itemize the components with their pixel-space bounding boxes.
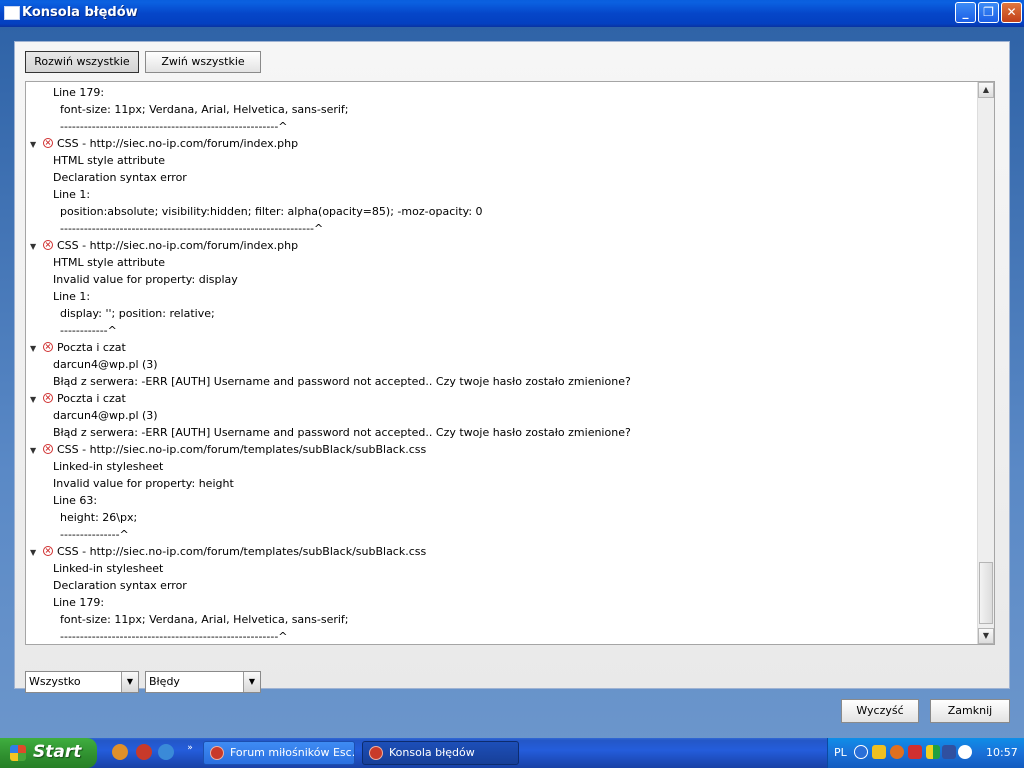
- log-entry-line: Line 179:: [53, 596, 105, 609]
- log-entry-line: Line 1:: [53, 188, 91, 201]
- chevron-down-icon[interactable]: ▼: [243, 672, 260, 692]
- language-indicator[interactable]: PL: [834, 746, 847, 759]
- minimize-button[interactable]: _: [955, 2, 976, 23]
- log-entry-line: ----------------------------------------…: [60, 120, 288, 133]
- network-icon[interactable]: [942, 745, 956, 759]
- vertical-scrollbar[interactable]: ▲ ▼: [977, 82, 994, 644]
- log-entry-line: Declaration syntax error: [53, 171, 187, 184]
- window-icon: [4, 6, 20, 20]
- log-entry-line: Declaration syntax error: [53, 579, 187, 592]
- start-button[interactable]: Start: [0, 738, 97, 768]
- task-forum[interactable]: Forum miłośników Esc...: [203, 741, 355, 765]
- window-client-area: Rozwiń wszystkie Zwiń wszystkie Line 179…: [0, 27, 1024, 768]
- start-label: Start: [33, 742, 82, 762]
- log-entry-line: height: 26\px;: [60, 511, 138, 524]
- tray-app-icon[interactable]: [958, 745, 972, 759]
- opera-icon: [369, 746, 383, 760]
- log-entry-line: font-size: 11px; Verdana, Arial, Helveti…: [60, 613, 349, 626]
- log-entry-line: position:absolute; visibility:hidden; fi…: [60, 205, 483, 218]
- clear-button[interactable]: Wyczyść: [841, 699, 919, 723]
- type-filter-select[interactable]: Błędy ▼: [145, 671, 261, 693]
- log-entry-line: font-size: 11px; Verdana, Arial, Helveti…: [60, 103, 349, 116]
- log-entry-header[interactable]: CSS - http://siec.no-ip.com/forum/templa…: [57, 543, 426, 560]
- tray-app-icon[interactable]: [890, 745, 904, 759]
- log-entry-line: HTML style attribute: [53, 154, 165, 167]
- security-alert-icon[interactable]: [908, 745, 922, 759]
- shield-icon[interactable]: [872, 745, 886, 759]
- window-title: Konsola błędów: [22, 5, 138, 20]
- log-entry-line: Invalid value for property: height: [53, 477, 234, 490]
- error-icon: ×: [43, 138, 53, 148]
- taskbar: Start » Forum miłośników Esc... Konsola …: [0, 738, 1024, 768]
- tray-app-icon[interactable]: [926, 745, 940, 759]
- scroll-down-icon[interactable]: ▼: [978, 628, 994, 644]
- system-tray: PL 10:57: [827, 738, 1024, 768]
- firefox-icon[interactable]: [112, 744, 128, 760]
- log-entry-header[interactable]: Poczta i czat: [57, 390, 126, 407]
- title-bar[interactable]: Konsola błędów _ ❐ ✕: [0, 0, 1024, 27]
- error-console-panel: Rozwiń wszystkie Zwiń wszystkie Line 179…: [14, 41, 1010, 693]
- log-entry-line: HTML style attribute: [53, 256, 165, 269]
- messenger-icon[interactable]: [158, 744, 174, 760]
- log-entry-header[interactable]: CSS - http://siec.no-ip.com/forum/index.…: [57, 135, 298, 152]
- task-error-console[interactable]: Konsola błędów: [362, 741, 519, 765]
- scroll-up-icon[interactable]: ▲: [978, 82, 994, 98]
- log-entry-line: darcun4@wp.pl (3): [53, 409, 158, 422]
- log-entry-line: Błąd z serwera: -ERR [AUTH] Username and…: [53, 426, 631, 439]
- chevron-down-icon[interactable]: ▼: [121, 672, 138, 692]
- log-entry-line: Line 1:: [53, 290, 91, 303]
- expand-all-button[interactable]: Rozwiń wszystkie: [25, 51, 139, 73]
- log-entry-line: display: ''; position: relative;: [60, 307, 215, 320]
- log-entry-line: Błąd z serwera: -ERR [AUTH] Username and…: [53, 375, 631, 388]
- error-icon: ×: [43, 240, 53, 250]
- close-button[interactable]: ✕: [1001, 2, 1022, 23]
- log-entry-line: Line 179:: [53, 86, 105, 99]
- error-icon: ×: [43, 393, 53, 403]
- source-filter-value: Wszystko: [29, 675, 81, 688]
- log-entry-line: darcun4@wp.pl (3): [53, 358, 158, 371]
- twisty-icon[interactable]: ▼: [30, 242, 38, 251]
- task-label: Forum miłośników Esc...: [230, 746, 355, 759]
- twisty-icon[interactable]: ▼: [30, 446, 38, 455]
- chevron-right-icon[interactable]: »: [182, 740, 198, 756]
- scroll-thumb[interactable]: [979, 562, 993, 624]
- collapse-all-button[interactable]: Zwiń wszystkie: [145, 51, 261, 73]
- clock[interactable]: 10:57: [986, 746, 1018, 759]
- twisty-icon[interactable]: ▼: [30, 548, 38, 557]
- log-entry-line: ------------^: [60, 324, 117, 337]
- log-entry-line: Invalid value for property: display: [53, 273, 238, 286]
- log-entry-line: ---------------^: [60, 528, 129, 541]
- opera-icon[interactable]: [136, 744, 152, 760]
- chevron-left-icon[interactable]: [854, 745, 868, 759]
- twisty-icon[interactable]: ▼: [30, 395, 38, 404]
- log-entry-header[interactable]: Poczta i czat: [57, 339, 126, 356]
- error-log-list[interactable]: Line 179: font-size: 11px; Verdana, Arial…: [25, 81, 995, 645]
- log-entry-line: ----------------------------------------…: [60, 222, 324, 235]
- close-dialog-button[interactable]: Zamknij: [930, 699, 1010, 723]
- type-filter-value: Błędy: [149, 675, 180, 688]
- log-entry-line: ----------------------------------------…: [60, 630, 288, 643]
- windows-logo-icon: [10, 745, 26, 761]
- log-entry-line: Linked-in stylesheet: [53, 460, 164, 473]
- restore-button[interactable]: ❐: [978, 2, 999, 23]
- opera-icon: [210, 746, 224, 760]
- task-label: Konsola błędów: [389, 746, 475, 759]
- log-entry-line: Line 63:: [53, 494, 98, 507]
- twisty-icon[interactable]: ▼: [30, 140, 38, 149]
- source-filter-select[interactable]: Wszystko ▼: [25, 671, 139, 693]
- error-icon: ×: [43, 342, 53, 352]
- log-entry-header[interactable]: CSS - http://siec.no-ip.com/forum/index.…: [57, 237, 298, 254]
- log-entry-line: Linked-in stylesheet: [53, 562, 164, 575]
- error-icon: ×: [43, 444, 53, 454]
- error-icon: ×: [43, 546, 53, 556]
- twisty-icon[interactable]: ▼: [30, 344, 38, 353]
- log-entry-header[interactable]: CSS - http://siec.no-ip.com/forum/templa…: [57, 441, 426, 458]
